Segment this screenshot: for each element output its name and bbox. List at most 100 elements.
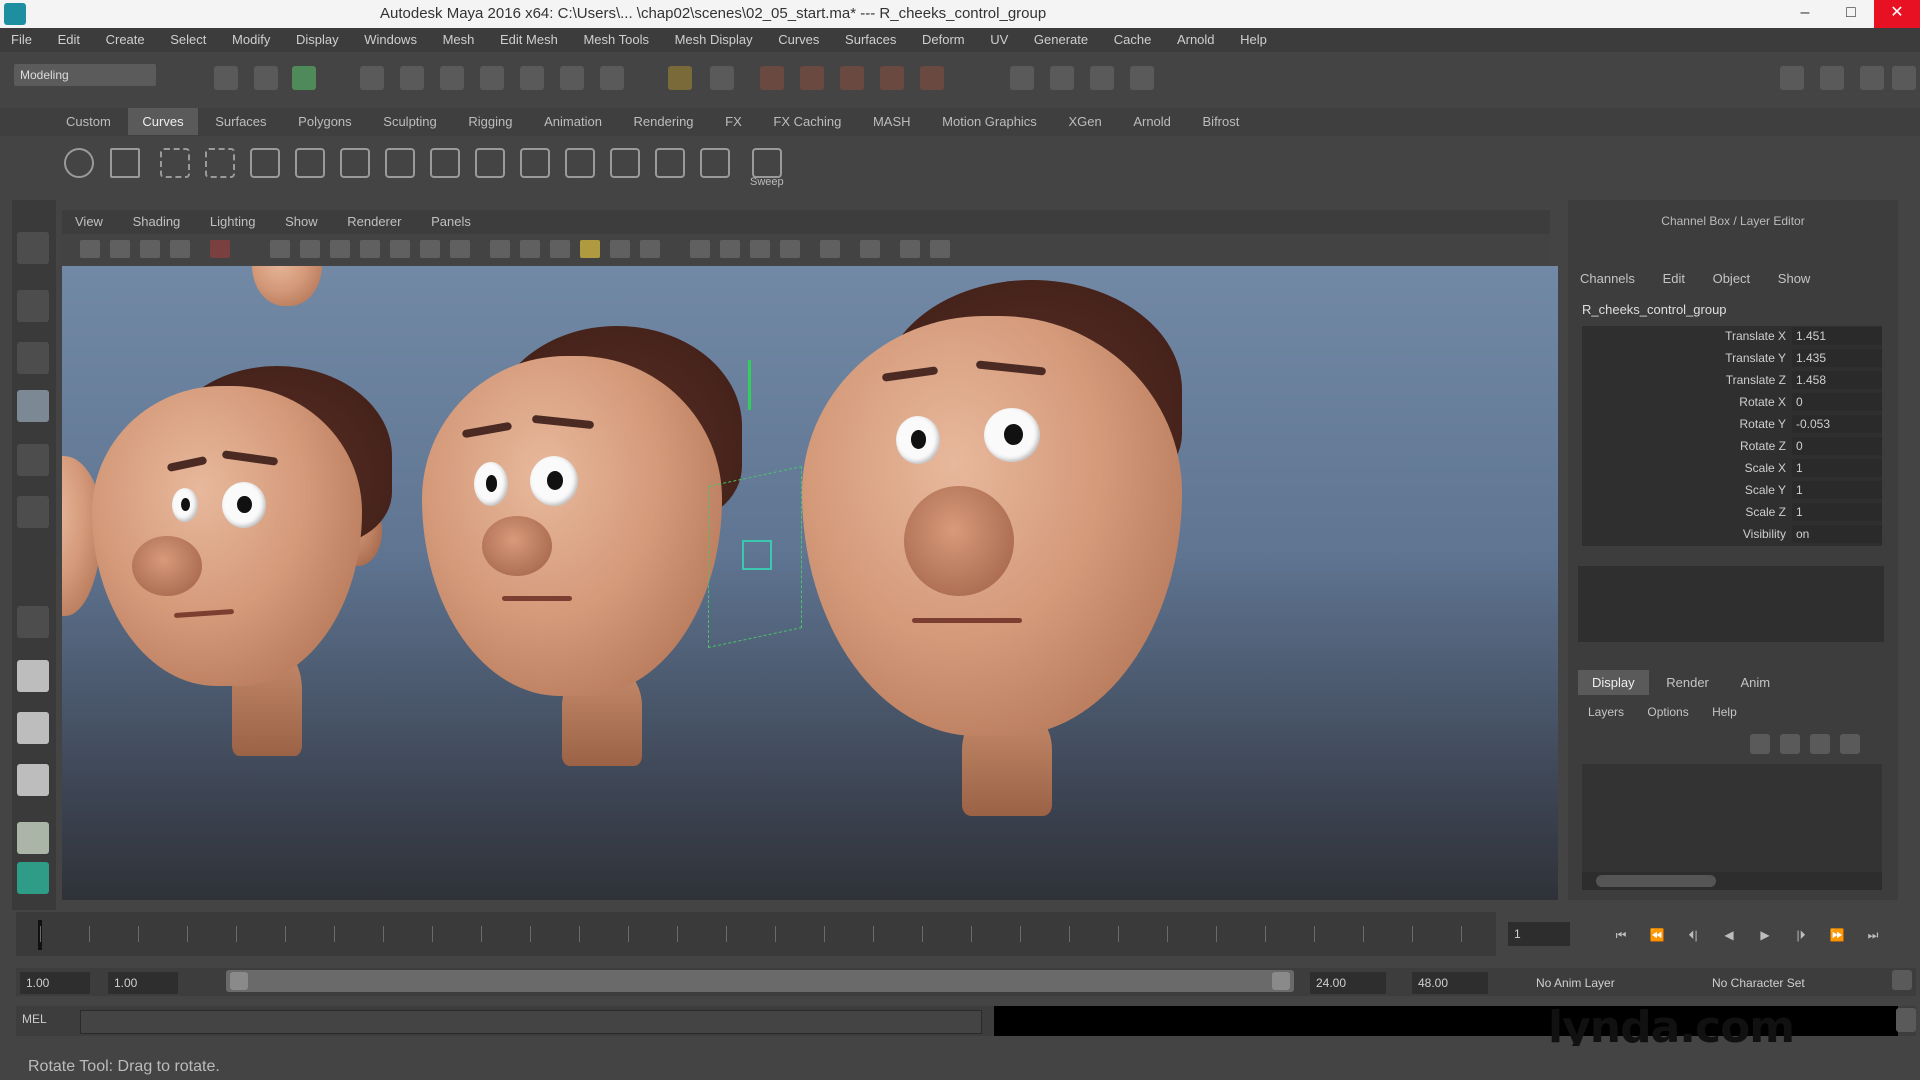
- head-model-offscreen[interactable]: [252, 266, 322, 306]
- rotate-tool-icon[interactable]: [17, 444, 49, 476]
- attr-row[interactable]: Translate Z 1.458: [1582, 370, 1882, 392]
- menu-deform[interactable]: Deform: [911, 28, 976, 51]
- layer-menu-options[interactable]: Options: [1637, 702, 1698, 722]
- playback-end-field[interactable]: 24.00: [1310, 972, 1386, 994]
- nurbs-square-icon[interactable]: [110, 148, 140, 178]
- viewport-3d[interactable]: [62, 266, 1558, 900]
- grid-icon[interactable]: [270, 240, 290, 258]
- workspace-icon[interactable]: [1780, 66, 1804, 90]
- scale-tool-icon[interactable]: [17, 496, 49, 528]
- cb-menu-show[interactable]: Show: [1766, 268, 1823, 289]
- menu-generate[interactable]: Generate: [1023, 28, 1099, 51]
- go-to-end-button[interactable]: ⏭: [1862, 926, 1884, 944]
- ep-curve-tool-icon[interactable]: [160, 148, 190, 178]
- curve-editing-icon[interactable]: [700, 148, 730, 178]
- attr-value-field[interactable]: 1.451: [1792, 327, 1882, 345]
- insert-knot-icon[interactable]: [475, 148, 505, 178]
- script-language-toggle[interactable]: MEL: [22, 1012, 47, 1026]
- shelf-tab-sculpting[interactable]: Sculpting: [369, 108, 450, 135]
- layer-menu-layers[interactable]: Layers: [1578, 702, 1634, 722]
- menu-edit-mesh[interactable]: Edit Mesh: [489, 28, 569, 51]
- menu-mesh-display[interactable]: Mesh Display: [664, 28, 764, 51]
- panel-menu-lighting[interactable]: Lighting: [197, 210, 269, 233]
- safe-title-icon[interactable]: [450, 240, 470, 258]
- persp-outliner-layout-icon[interactable]: [17, 764, 49, 796]
- rebuild-curve-icon[interactable]: [610, 148, 640, 178]
- shelf-tab-polygons[interactable]: Polygons: [284, 108, 365, 135]
- time-slider[interactable]: [16, 912, 1496, 956]
- menu-set-dropdown[interactable]: Modeling: [14, 64, 156, 86]
- panel-menu-show[interactable]: Show: [272, 210, 331, 233]
- shelf-tab-fx[interactable]: FX: [711, 108, 756, 135]
- sweep-mesh-icon[interactable]: [752, 148, 782, 178]
- channel-box-icon[interactable]: [1090, 66, 1114, 90]
- menu-mesh-tools[interactable]: Mesh Tools: [572, 28, 660, 51]
- attr-row[interactable]: Translate Y 1.435: [1582, 348, 1882, 370]
- field-chart-icon[interactable]: [390, 240, 410, 258]
- layout-toggle-icon[interactable]: [1892, 66, 1916, 90]
- attr-value-field[interactable]: 1: [1792, 481, 1882, 499]
- hypershade-icon[interactable]: [880, 66, 904, 90]
- default-material-icon[interactable]: [550, 240, 570, 258]
- attr-value-field[interactable]: 0: [1792, 393, 1882, 411]
- menu-mesh[interactable]: Mesh: [432, 28, 486, 51]
- outliner-layout-icon[interactable]: [17, 862, 49, 894]
- panel-menu-panels[interactable]: Panels: [418, 210, 484, 233]
- layer-move-down-icon[interactable]: [1780, 734, 1800, 754]
- cb-menu-edit[interactable]: Edit: [1651, 268, 1697, 289]
- menu-file[interactable]: File: [0, 28, 43, 51]
- step-back-key-button[interactable]: ⏪: [1646, 926, 1668, 944]
- attr-row[interactable]: Scale X 1: [1582, 458, 1882, 480]
- attr-value-field[interactable]: 1: [1792, 503, 1882, 521]
- panel-menu-shading[interactable]: Shading: [120, 210, 194, 233]
- snap-grid-icon[interactable]: [360, 66, 384, 90]
- manipulator-center-handle[interactable]: [742, 540, 772, 570]
- layer-tab-anim[interactable]: Anim: [1727, 670, 1785, 695]
- depth-of-field-icon[interactable]: [780, 240, 800, 258]
- nurbs-circle-icon[interactable]: [64, 148, 94, 178]
- menu-uv[interactable]: UV: [979, 28, 1019, 51]
- attr-row[interactable]: Scale Y 1: [1582, 480, 1882, 502]
- menu-curves[interactable]: Curves: [767, 28, 830, 51]
- input-ops-icon[interactable]: [600, 66, 624, 90]
- selected-object-name[interactable]: R_cheeks_control_group: [1582, 302, 1727, 317]
- menu-help[interactable]: Help: [1229, 28, 1278, 51]
- menu-cache[interactable]: Cache: [1103, 28, 1163, 51]
- play-backwards-button[interactable]: ◀: [1718, 926, 1740, 944]
- safe-action-icon[interactable]: [420, 240, 440, 258]
- select-by-object-icon[interactable]: [254, 66, 278, 90]
- layer-tab-render[interactable]: Render: [1652, 670, 1723, 695]
- shelf-tab-mash[interactable]: MASH: [859, 108, 925, 135]
- resolution-gate-icon[interactable]: [330, 240, 350, 258]
- attribute-editor-icon[interactable]: [1010, 66, 1034, 90]
- render-icon[interactable]: [760, 66, 784, 90]
- attr-value-field[interactable]: 0: [1792, 437, 1882, 455]
- select-tool-icon[interactable]: [17, 232, 49, 264]
- cb-menu-object[interactable]: Object: [1701, 268, 1763, 289]
- new-layer-icon[interactable]: [1810, 734, 1830, 754]
- light-icon[interactable]: [668, 66, 692, 90]
- menu-windows[interactable]: Windows: [353, 28, 428, 51]
- ipr-render-icon[interactable]: [800, 66, 824, 90]
- menu-surfaces[interactable]: Surfaces: [834, 28, 907, 51]
- attach-curves-icon[interactable]: [385, 148, 415, 178]
- 2d-pan-zoom-icon[interactable]: [210, 240, 230, 258]
- layer-list[interactable]: [1582, 764, 1882, 884]
- screen-space-ao-icon[interactable]: [690, 240, 710, 258]
- minimize-button[interactable]: –: [1782, 0, 1828, 28]
- layer-scrollbar[interactable]: [1582, 872, 1882, 890]
- attr-value-field[interactable]: -0.053: [1792, 415, 1882, 433]
- attr-value-field[interactable]: 1.435: [1792, 349, 1882, 367]
- step-forward-frame-button[interactable]: |⏵: [1790, 926, 1812, 944]
- camera-attributes-icon[interactable]: [110, 240, 130, 258]
- shelf-tab-custom[interactable]: Custom: [52, 108, 125, 135]
- xray-joints-icon[interactable]: [900, 240, 920, 258]
- menu-arnold[interactable]: Arnold: [1166, 28, 1226, 51]
- panel-menu-renderer[interactable]: Renderer: [334, 210, 414, 233]
- attr-row[interactable]: Visibility on: [1582, 524, 1882, 546]
- textured-icon[interactable]: [580, 240, 600, 258]
- shelf-tab-motion-graphics[interactable]: Motion Graphics: [928, 108, 1051, 135]
- cb-menu-channels[interactable]: Channels: [1568, 268, 1647, 289]
- gate-mask-icon[interactable]: [360, 240, 380, 258]
- head-model-2[interactable]: [422, 356, 722, 696]
